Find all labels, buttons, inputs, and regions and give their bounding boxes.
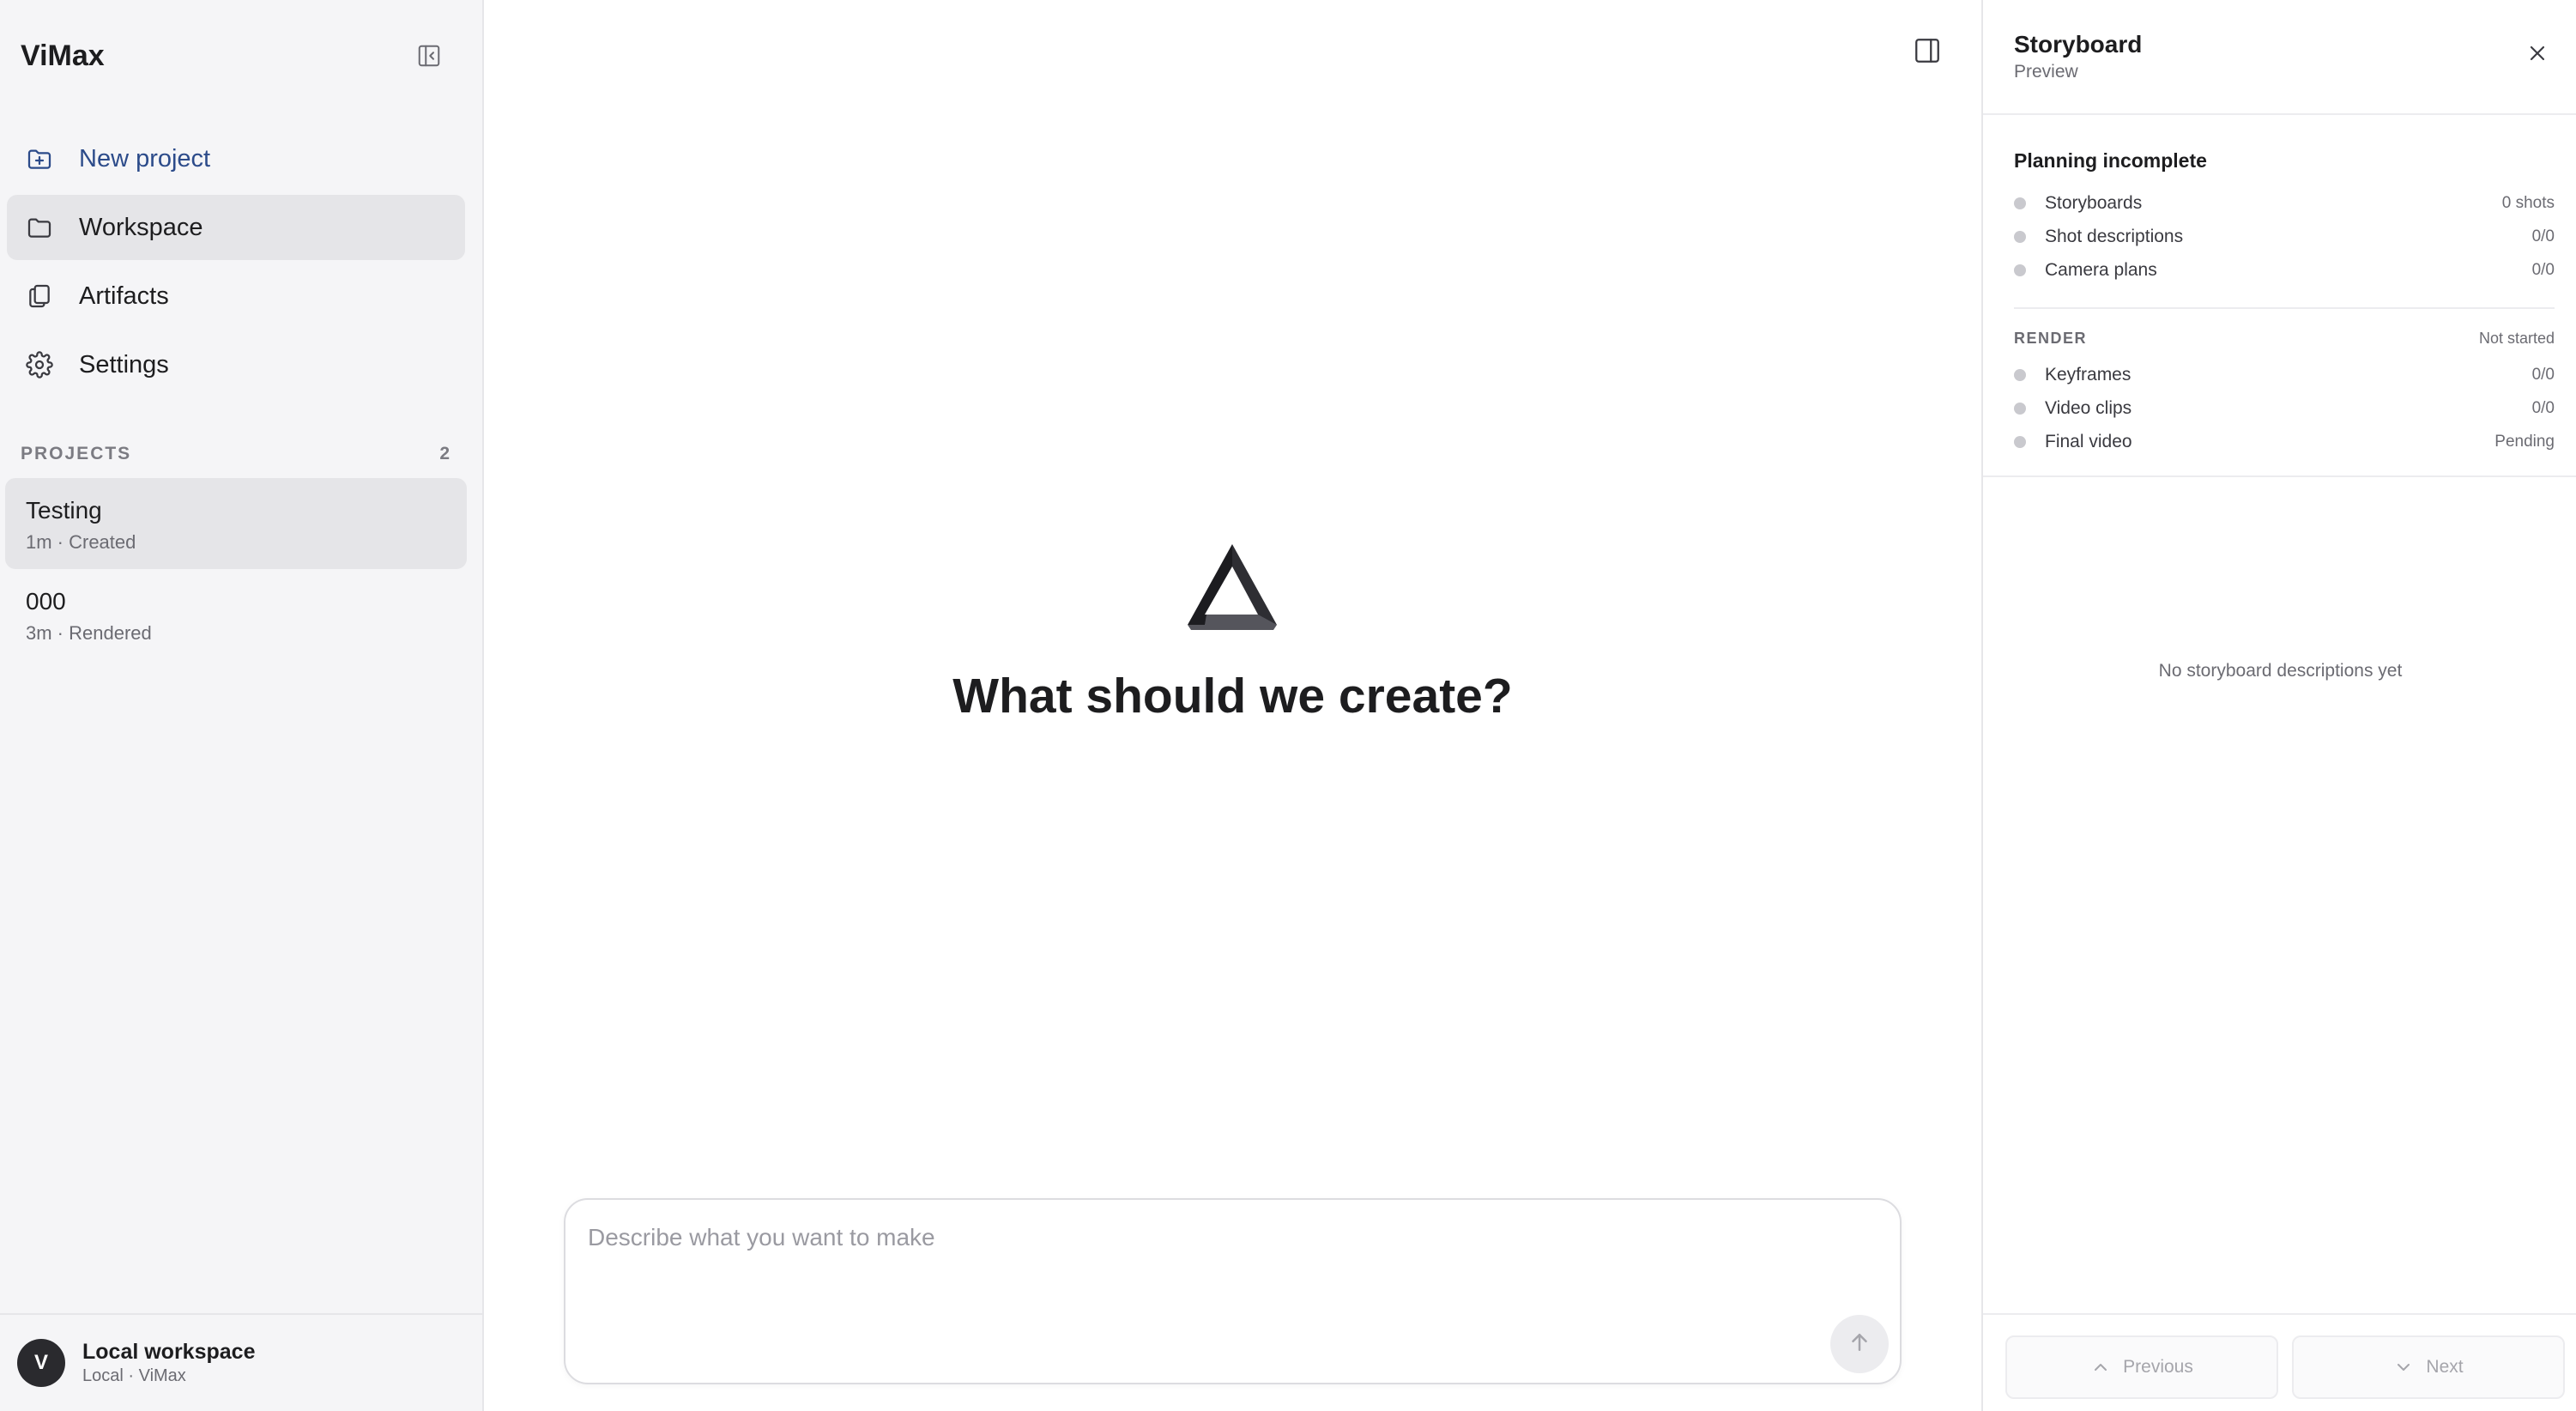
sidebar-collapse-icon — [416, 43, 442, 73]
planning-status: Planning incomplete Storyboards 0 shots … — [2014, 149, 2555, 287]
panel-right-icon — [1913, 36, 1942, 70]
status-dot — [2014, 230, 2026, 243]
sidebar-item-label: New project — [79, 144, 211, 173]
render-status-badge: Not started — [2478, 330, 2555, 347]
status-value: 0/0 — [2531, 227, 2555, 245]
avatar: V — [17, 1339, 65, 1387]
projects-header-label: PROJECTS — [21, 444, 132, 463]
status-label: Storyboards — [2045, 192, 2143, 213]
status-row: Keyframes 0/0 — [2014, 358, 2555, 391]
close-icon — [2525, 41, 2549, 70]
project-item-000[interactable]: 000 3m · Rendered — [5, 569, 467, 660]
status-dot — [2014, 263, 2026, 276]
gear-icon — [24, 349, 55, 380]
storyboard-panel: Storyboard Preview Planning incomplete S… — [1981, 0, 2576, 1411]
project-meta: 1m · Created — [26, 531, 136, 553]
sidebar-item-new-project[interactable]: New project — [7, 126, 465, 191]
status-row: Camera plans 0/0 — [2014, 253, 2555, 287]
status-value: 0/0 — [2531, 260, 2555, 279]
status-dot — [2014, 197, 2026, 209]
divider — [1983, 113, 2576, 115]
project-meta: 3m · Rendered — [26, 622, 152, 644]
account-subtitle: Local · ViMax — [82, 1366, 186, 1385]
arrow-up-icon — [1847, 1329, 1872, 1360]
project-item-testing[interactable]: Testing 1m · Created — [5, 478, 467, 569]
render-header-label: RENDER — [2014, 330, 2088, 347]
sidebar-item-label: Workspace — [79, 213, 203, 241]
status-dot — [2014, 368, 2026, 381]
status-dot — [2014, 402, 2026, 415]
status-value: 0/0 — [2531, 398, 2555, 417]
account-name: Local workspace — [82, 1340, 256, 1364]
previous-button[interactable]: Previous — [2005, 1335, 2278, 1399]
copy-icon — [24, 281, 55, 312]
panel-footer: Previous Next — [1983, 1313, 2576, 1411]
page-title: What should we create? — [952, 669, 1513, 724]
send-button[interactable] — [1830, 1315, 1889, 1373]
collapse-sidebar-button[interactable] — [414, 43, 444, 72]
panel-title: Storyboard — [2014, 31, 2143, 58]
project-list: Testing 1m · Created 000 3m · Rendered — [5, 478, 467, 660]
sidebar-nav: New project Workspace Artifacts Settings — [7, 126, 465, 401]
status-row: Storyboards 0 shots — [2014, 186, 2555, 220]
status-row: Video clips 0/0 — [2014, 391, 2555, 425]
projects-header: PROJECTS 2 — [21, 444, 451, 464]
sidebar-item-label: Settings — [79, 350, 169, 378]
prompt-composer — [564, 1198, 1902, 1384]
account-switcher[interactable]: V Local workspace Local · ViMax — [0, 1313, 482, 1411]
prompt-input[interactable] — [588, 1224, 1858, 1327]
status-row: Shot descriptions 0/0 — [2014, 220, 2555, 253]
status-value: 0 shots — [2501, 193, 2555, 212]
status-row: Final video Pending — [2014, 425, 2555, 458]
folder-icon — [24, 212, 55, 243]
main-area: What should we create? — [484, 0, 1981, 1411]
sidebar-item-settings[interactable]: Settings — [7, 332, 465, 397]
app-logo-icon — [1184, 541, 1280, 630]
next-label: Next — [2426, 1357, 2464, 1377]
status-label: Camera plans — [2045, 259, 2157, 280]
status-label: Video clips — [2045, 397, 2132, 418]
sidebar-item-artifacts[interactable]: Artifacts — [7, 263, 465, 329]
app-brand: ViMax — [21, 39, 105, 72]
folder-plus-icon — [24, 143, 55, 174]
status-label: Keyframes — [2045, 364, 2132, 385]
previous-label: Previous — [2123, 1357, 2193, 1377]
planning-status-header: Planning incomplete — [2014, 149, 2207, 172]
panel-subtitle: Preview — [2014, 62, 2078, 82]
next-button[interactable]: Next — [2292, 1335, 2565, 1399]
sidebar: ViMax New project Workspace Artifacts Se… — [0, 0, 484, 1411]
divider — [1983, 475, 2576, 477]
status-dot — [2014, 435, 2026, 448]
projects-count: 2 — [439, 444, 451, 463]
render-status: RENDER Not started Keyframes 0/0 Video c… — [2014, 330, 2555, 458]
chevron-down-icon — [2393, 1357, 2414, 1378]
status-label: Shot descriptions — [2045, 226, 2184, 246]
divider — [2014, 307, 2555, 309]
chevron-up-icon — [2090, 1357, 2111, 1378]
sidebar-item-workspace[interactable]: Workspace — [7, 195, 465, 260]
account-info: Local workspace Local · ViMax — [82, 1340, 255, 1386]
close-panel-button[interactable] — [2522, 39, 2553, 70]
status-value: Pending — [2494, 432, 2555, 451]
project-name: 000 — [26, 588, 66, 615]
status-label: Final video — [2045, 431, 2132, 451]
toggle-right-panel-button[interactable] — [1911, 36, 1944, 69]
sidebar-item-label: Artifacts — [79, 282, 169, 310]
render-status-header: RENDER Not started — [2014, 330, 2555, 348]
project-name: Testing — [26, 497, 102, 524]
status-value: 0/0 — [2531, 365, 2555, 384]
empty-state-message: No storyboard descriptions yet — [2158, 661, 2403, 681]
